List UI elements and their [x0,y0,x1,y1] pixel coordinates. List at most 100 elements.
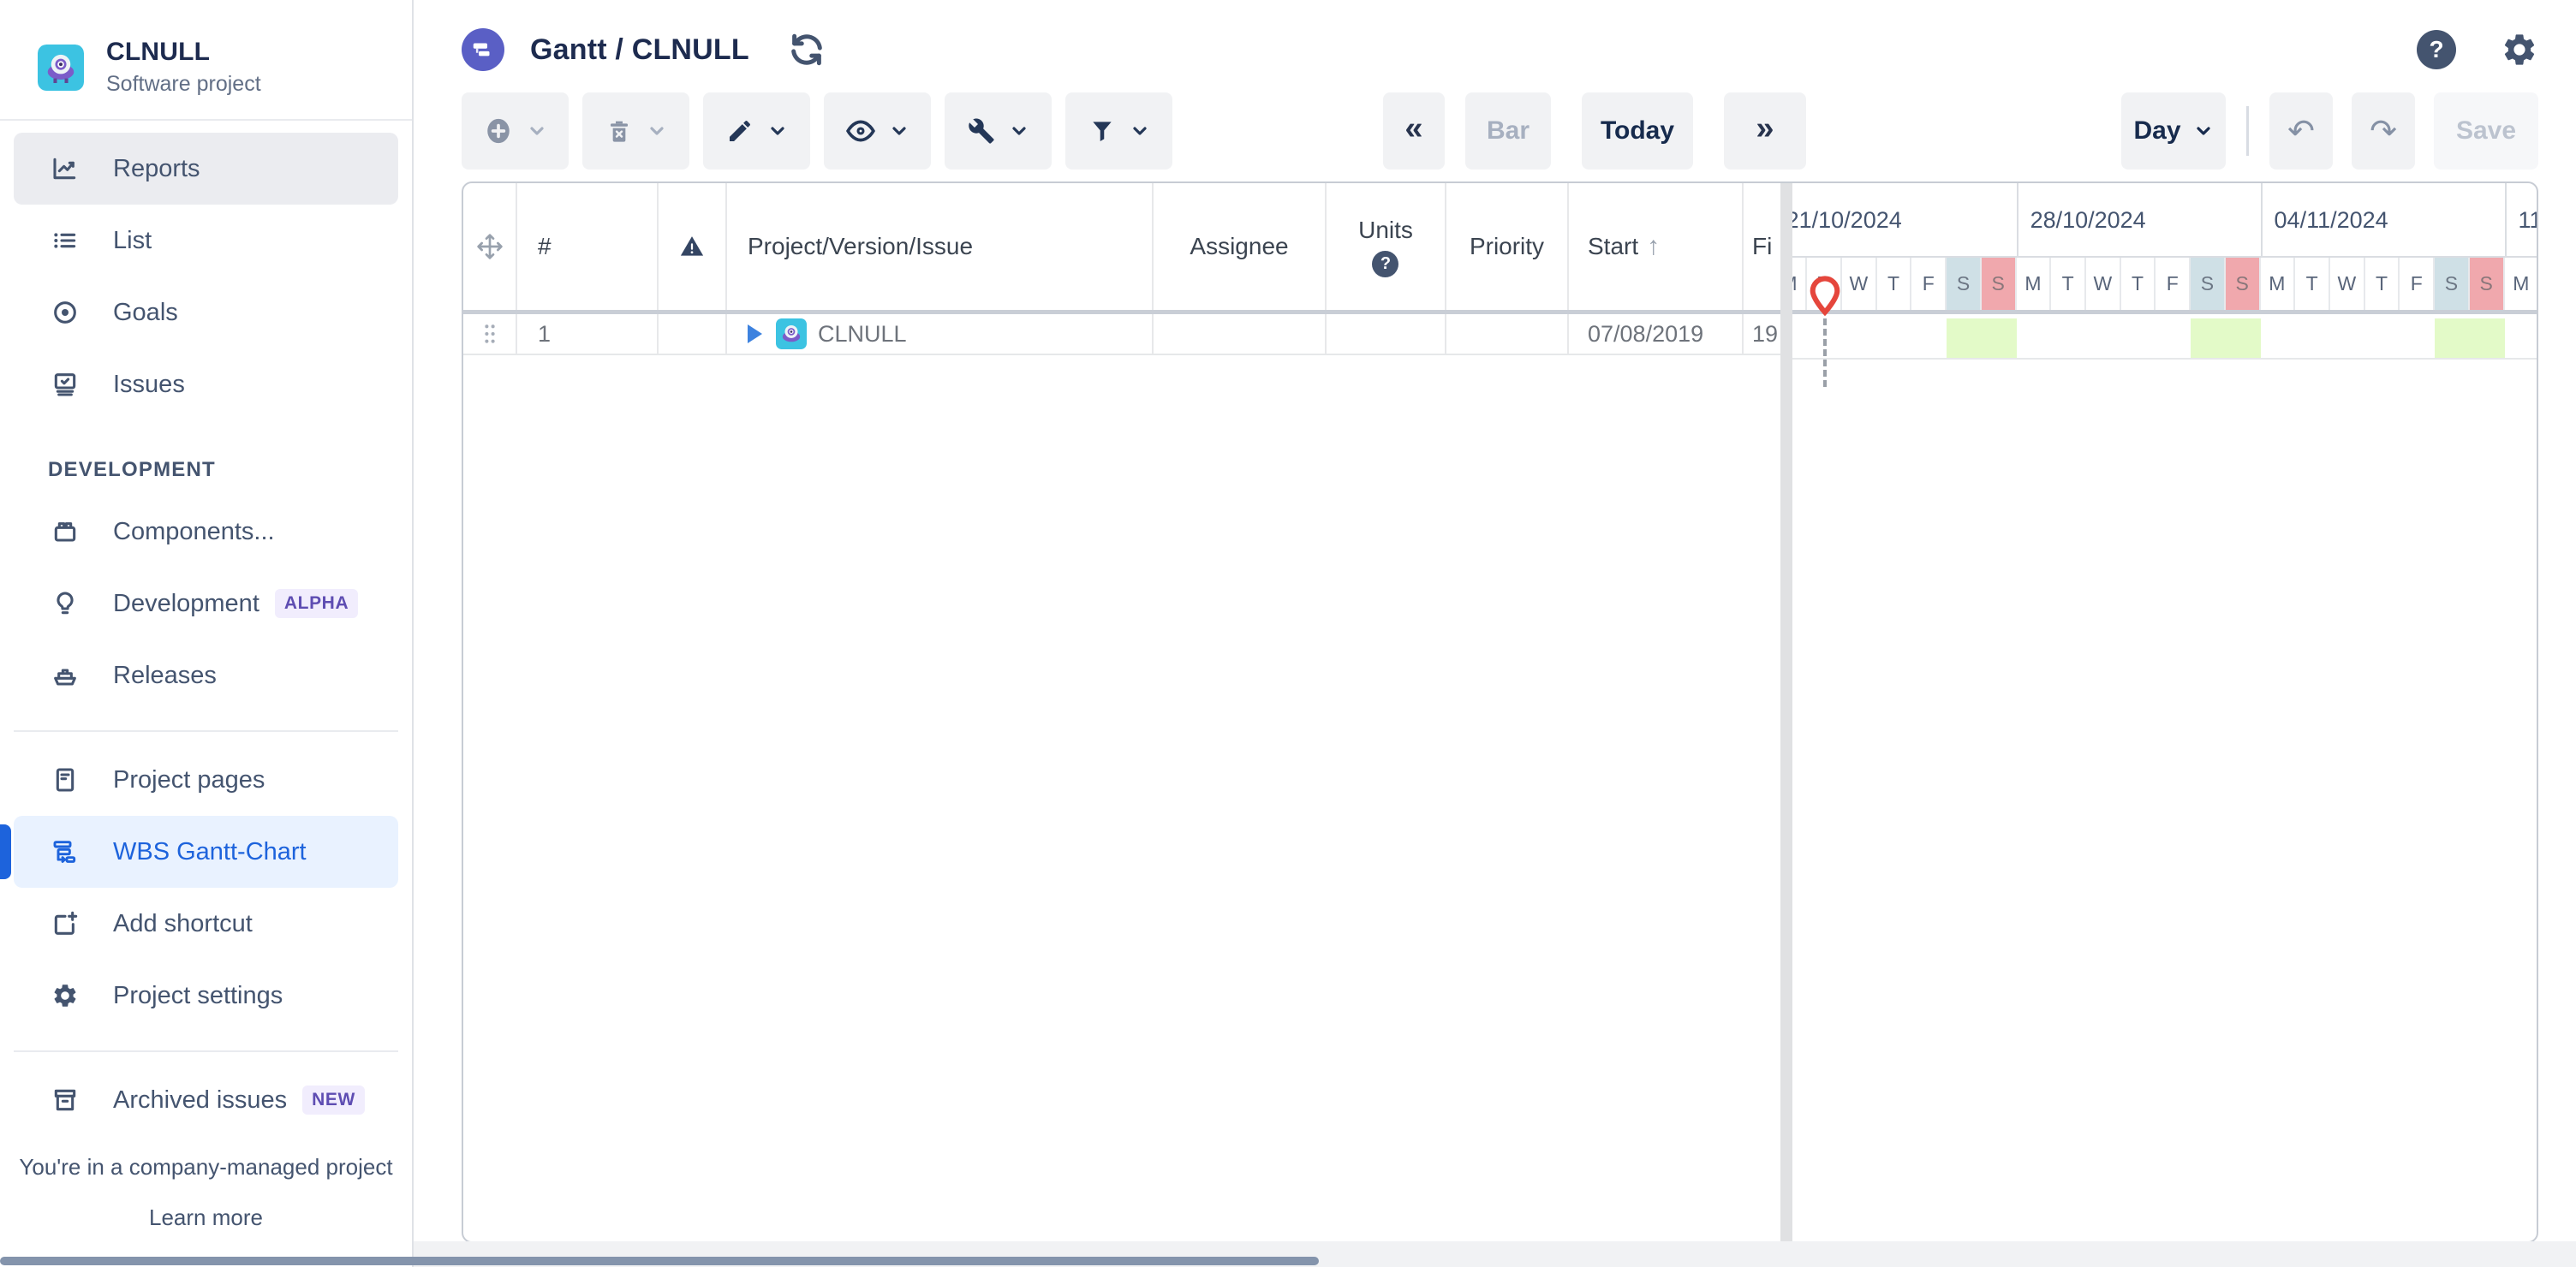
sidebar-item-reports[interactable]: Reports [14,133,398,205]
project-type: Software project [106,72,261,97]
warning-icon [679,234,705,259]
expand-arrow-icon[interactable] [748,324,762,343]
project-avatar [38,45,84,91]
tools-button[interactable] [945,92,1052,170]
components-icon [51,518,79,545]
filter-button[interactable] [1065,92,1172,170]
timeline-weekend-day-cell: S [2191,258,2226,310]
refresh-icon[interactable] [785,28,828,71]
timeline-day-cell: F [2400,258,2435,310]
timeline-week-label: 21/10/2024 [1792,183,2017,258]
sidebar-item-development[interactable]: Development ALPHA [14,568,398,639]
help-icon[interactable]: ? [2417,30,2456,69]
sidebar-footer: You're in a company-managed project Lear… [0,1154,412,1267]
zoom-scale-dropdown[interactable]: Day [2121,92,2226,170]
chevron-down-icon [1130,121,1150,141]
ship-icon [51,662,79,689]
sidebar-item-releases[interactable]: Releases [14,639,398,711]
chevron-down-icon [527,121,547,141]
timeline-day-cell: M [2261,258,2296,310]
sidebar-item-label: Development [113,590,259,618]
sidebar-item-issues[interactable]: Issues [14,348,398,420]
timeline-day-cell: M [2505,258,2537,310]
column-header-priority[interactable]: Priority [1446,183,1569,310]
row-drag-handle[interactable] [463,314,517,354]
non-working-day-cell [2191,318,2226,358]
pane-splitter[interactable] [1780,183,1792,1241]
redo-button[interactable]: ↷ [2352,92,2415,170]
column-header-assignee[interactable]: Assignee [1154,183,1327,310]
undo-icon: ↶ [2287,112,2315,151]
view-options-button[interactable] [824,92,931,170]
column-header-issue[interactable]: Project/Version/Issue [727,183,1154,310]
column-header-start[interactable]: Start ↑ [1569,183,1744,310]
timeline-day-cell: T [2121,258,2156,310]
save-button[interactable]: Save [2434,92,2538,170]
sidebar-item-label: Components... [113,518,275,546]
today-marker-line [1823,318,1827,387]
scroll-back-button[interactable]: « [1383,92,1445,170]
learn-more-link[interactable]: Learn more [149,1205,263,1231]
sidebar-item-label: List [113,227,152,255]
row-assignee-cell[interactable] [1154,314,1327,354]
project-title-block: CLNULL Software project [106,38,261,97]
column-header-units[interactable]: Units ? [1327,183,1446,310]
sidebar-item-label: Project pages [113,766,265,794]
timeline-day-cell: W [1842,258,1877,310]
sidebar-nav: Reports List Goals Issues DEVELOP [0,121,412,1136]
sidebar-item-list[interactable]: List [14,205,398,277]
row-issue-cell[interactable]: CLNULL [727,314,1154,354]
sidebar-item-project-pages[interactable]: Project pages [14,744,398,816]
units-help-icon[interactable]: ? [1372,251,1398,277]
column-header-number[interactable]: # [517,183,659,310]
table-row[interactable]: 1 CLNULL [463,314,1780,355]
sidebar-item-label: Project settings [113,982,283,1010]
scroll-forward-button[interactable]: » [1724,92,1806,170]
bar-button[interactable]: Bar [1465,92,1551,170]
target-icon [51,299,79,326]
timeline-weekend-day-cell: S [2226,258,2261,310]
eye-icon [846,116,875,146]
chevron-down-icon [647,121,667,141]
wrench-icon [968,117,995,145]
project-avatar [776,318,807,349]
gantt-card: # Project/Version/Issue Assignee Units ?… [462,181,2538,1243]
sidebar-item-label: WBS Gantt-Chart [113,838,307,866]
timeline-week-label: 28/10/2024 [2017,183,2261,258]
trash-icon [605,117,633,145]
sidebar-item-add-shortcut[interactable]: Add shortcut [14,888,398,960]
sidebar-item-wbs-gantt-chart[interactable]: WBS Gantt-Chart [14,816,398,888]
sidebar-item-goals[interactable]: Goals [14,277,398,348]
column-header-warning[interactable] [659,183,727,310]
timeline-day-cell: F [1911,258,1947,310]
sidebar-item-components[interactable]: Components... [14,496,398,568]
edit-button[interactable] [703,92,810,170]
delete-issue-button[interactable] [582,92,689,170]
sidebar-item-archived-issues[interactable]: Archived issues NEW [14,1064,398,1136]
page-title: Gantt / CLNULL [530,33,749,67]
non-working-day-cell [1982,318,2017,358]
timeline-day-row: MTWTFSSMTWTFSSMTWTFSSMT [1792,258,2537,314]
column-header-finish[interactable]: Fi [1744,183,1780,310]
timeline-day-cell: F [2156,258,2191,310]
add-issue-button[interactable] [462,92,569,170]
alpha-badge: ALPHA [275,589,358,618]
settings-gear-icon[interactable] [2501,31,2538,68]
sidebar-item-project-settings[interactable]: Project settings [14,960,398,1032]
timeline-day-cell: T [2295,258,2330,310]
project-header: CLNULL Software project [0,0,412,97]
horizontal-scrollbar[interactable] [0,1257,1319,1265]
gantt-toolbar: « Bar Today » Day ↶ ↷ [462,92,2538,170]
today-button[interactable]: Today [1582,92,1693,170]
sidebar-divider [14,730,398,732]
undo-button[interactable]: ↶ [2269,92,2333,170]
managed-project-note: You're in a company-managed project [0,1154,412,1181]
row-finish-cell[interactable]: 19 [1744,314,1780,354]
row-units-cell[interactable] [1327,314,1446,354]
row-start-cell[interactable]: 07/08/2019 [1569,314,1744,354]
row-priority-cell[interactable] [1446,314,1569,354]
column-drag-handle[interactable] [463,183,517,310]
sidebar-divider [14,1050,398,1052]
gantt-table: # Project/Version/Issue Assignee Units ?… [463,183,1780,1241]
timeline-nav-group: « Bar Today » [1383,92,1806,170]
